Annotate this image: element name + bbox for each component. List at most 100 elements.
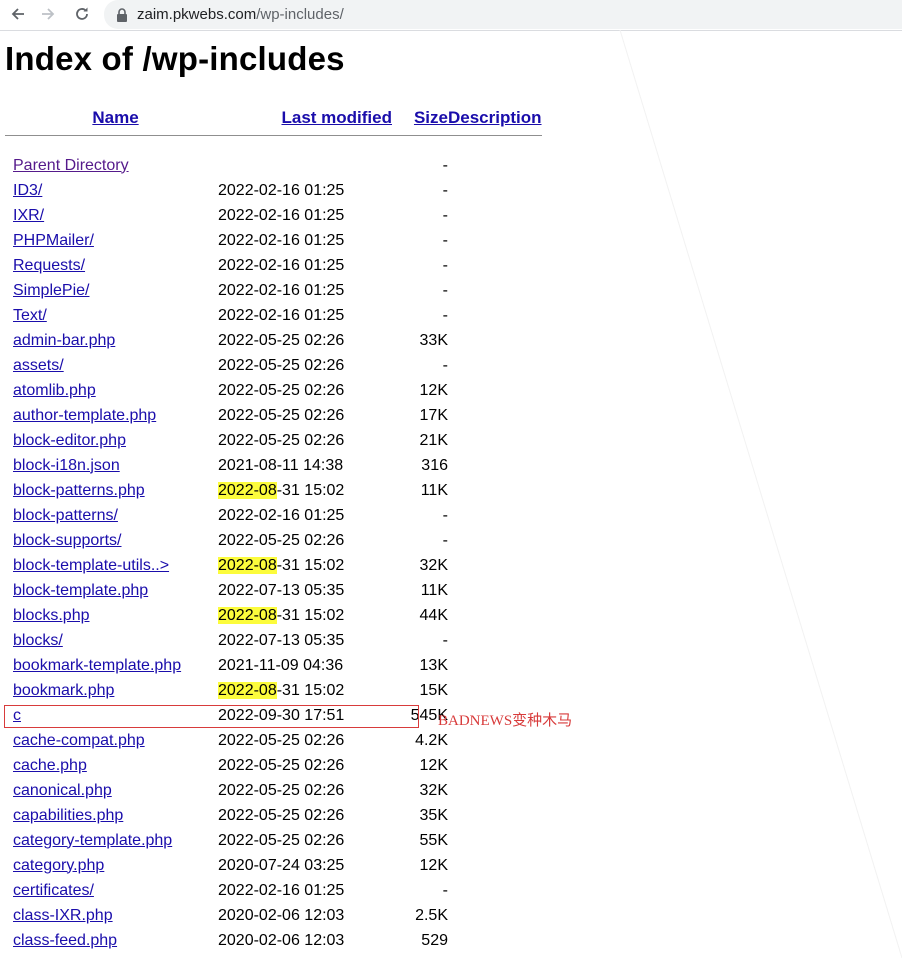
forward-arrow-icon[interactable]	[36, 2, 60, 26]
row-description-cell	[448, 528, 542, 553]
sort-by-date-link[interactable]: Last modified	[281, 108, 392, 127]
row-date-cell: 2022-02-16 01:25	[218, 256, 345, 274]
file-link[interactable]: admin-bar.php	[13, 332, 115, 349]
row-size-cell: 12K	[419, 381, 448, 399]
file-link[interactable]: category-template.php	[13, 832, 172, 849]
file-link[interactable]: bookmark.php	[13, 682, 114, 699]
row-size-cell: -	[442, 181, 448, 199]
row-description-cell	[448, 428, 542, 453]
row-icon-cell	[5, 428, 13, 453]
row-name-cell: atomlib.php	[13, 378, 218, 403]
row-size-cell: 21K	[419, 431, 448, 449]
row-icon-cell	[5, 303, 13, 328]
row-size-cell: 11K	[420, 581, 448, 599]
file-link[interactable]: SimplePie/	[13, 282, 89, 299]
row-description-cell	[448, 403, 542, 428]
file-link[interactable]: block-template-utils..>	[13, 557, 169, 574]
table-row: Requests/2022-02-16 01:25 -	[5, 253, 542, 278]
row-icon-cell	[5, 603, 13, 628]
file-link[interactable]: cache-compat.php	[13, 732, 145, 749]
row-name-cell: cache-compat.php	[13, 728, 218, 753]
reload-icon[interactable]	[70, 2, 94, 26]
file-link[interactable]: category.php	[13, 857, 104, 874]
table-row: atomlib.php 2022-05-25 02:26 12K	[5, 378, 542, 403]
file-link[interactable]: canonical.php	[13, 782, 112, 799]
row-icon-cell	[5, 553, 13, 578]
file-link[interactable]: class-feed.php	[13, 932, 117, 949]
file-link[interactable]: capabilities.php	[13, 807, 123, 824]
file-link[interactable]: block-editor.php	[13, 432, 126, 449]
sort-by-name-link[interactable]: Name	[92, 108, 138, 127]
row-name-cell: cache.php	[13, 753, 218, 778]
row-name-cell: bookmark-template.php	[13, 653, 218, 678]
file-link[interactable]: atomlib.php	[13, 382, 96, 399]
table-row: block-patterns/2022-02-16 01:25 -	[5, 503, 542, 528]
back-arrow-icon[interactable]	[6, 2, 30, 26]
row-size-cell: 35K	[419, 806, 448, 824]
lock-icon	[116, 7, 128, 22]
table-row: assets/2022-05-25 02:26 -	[5, 353, 542, 378]
table-row: block-i18n.json 2021-08-11 14:38 316	[5, 453, 542, 478]
file-link[interactable]: certificates/	[13, 882, 94, 899]
row-size-cell: 15K	[419, 681, 448, 699]
row-date-cell: 2020-02-06 12:03	[218, 906, 345, 924]
row-icon-cell	[5, 453, 13, 478]
file-link[interactable]: Text/	[13, 307, 47, 324]
row-icon-cell	[5, 853, 13, 878]
icon-column-header	[5, 104, 13, 131]
file-link[interactable]: class-IXR.php	[13, 907, 113, 924]
file-link[interactable]: Requests/	[13, 257, 85, 274]
row-size-cell: 17K	[419, 406, 448, 424]
file-link[interactable]: blocks/	[13, 632, 63, 649]
row-name-cell: IXR/	[13, 203, 218, 228]
file-link[interactable]: cache.php	[13, 757, 87, 774]
file-link[interactable]: PHPMailer/	[13, 232, 94, 249]
file-link[interactable]: blocks.php	[13, 607, 90, 624]
file-link[interactable]: block-template.php	[13, 582, 148, 599]
file-link[interactable]: assets/	[13, 357, 64, 374]
table-row: blocks/2022-07-13 05:35 -	[5, 628, 542, 653]
file-link[interactable]: ID3/	[13, 182, 42, 199]
row-size-cell: 316	[421, 456, 448, 474]
row-icon-cell	[5, 528, 13, 553]
row-name-cell: block-patterns.php	[13, 478, 218, 503]
row-name-cell: block-editor.php	[13, 428, 218, 453]
row-date-cell: 2022-02-16 01:25	[218, 206, 345, 224]
row-icon-cell	[5, 503, 13, 528]
row-description-cell	[448, 253, 542, 278]
table-row: category.php 2020-07-24 03:25 12K	[5, 853, 542, 878]
annotation-highlight-box	[4, 705, 419, 728]
table-row: cache-compat.php 2022-05-25 02:26 4.2K	[5, 728, 542, 753]
sort-by-description-link[interactable]: Description	[448, 108, 542, 127]
file-link[interactable]: block-supports/	[13, 532, 122, 549]
row-description-cell	[448, 203, 542, 228]
row-name-cell: block-template.php	[13, 578, 218, 603]
row-description-cell	[448, 753, 542, 778]
table-row: ID3/2022-02-16 01:25 -	[5, 178, 542, 203]
sort-by-size-link[interactable]: Size	[414, 108, 448, 127]
row-date-cell: 2020-02-06 12:03	[218, 931, 345, 949]
file-link[interactable]: block-patterns.php	[13, 482, 145, 499]
row-size-cell: 12K	[419, 856, 448, 874]
row-icon-cell	[5, 203, 13, 228]
file-link[interactable]: Parent Directory	[13, 157, 129, 174]
file-link[interactable]: bookmark-template.php	[13, 657, 181, 674]
table-row: IXR/2022-02-16 01:25 -	[5, 203, 542, 228]
row-name-cell: PHPMailer/	[13, 228, 218, 253]
row-description-cell	[448, 353, 542, 378]
row-size-cell: 44K	[419, 606, 448, 624]
file-link[interactable]: block-patterns/	[13, 507, 118, 524]
table-row: block-template-utils..> 2022-08-31 15:02 3…	[5, 553, 542, 578]
row-name-cell: block-template-utils..>	[13, 553, 218, 578]
file-link[interactable]: block-i18n.json	[13, 457, 120, 474]
row-name-cell: Requests/	[13, 253, 218, 278]
row-size-cell: -	[442, 531, 448, 549]
date-remainder: -31 15:02	[276, 556, 345, 574]
row-date-cell: 2022-05-25 02:26	[218, 781, 345, 799]
file-link[interactable]: author-template.php	[13, 407, 156, 424]
row-icon-cell	[5, 753, 13, 778]
listing-body: Parent Directory - ID3/2022-02-16 01:25- IX…	[5, 153, 542, 953]
row-description-cell	[448, 853, 542, 878]
address-bar[interactable]: zaim.pkwebs.com/wp-includes/	[104, 0, 902, 29]
file-link[interactable]: IXR/	[13, 207, 44, 224]
